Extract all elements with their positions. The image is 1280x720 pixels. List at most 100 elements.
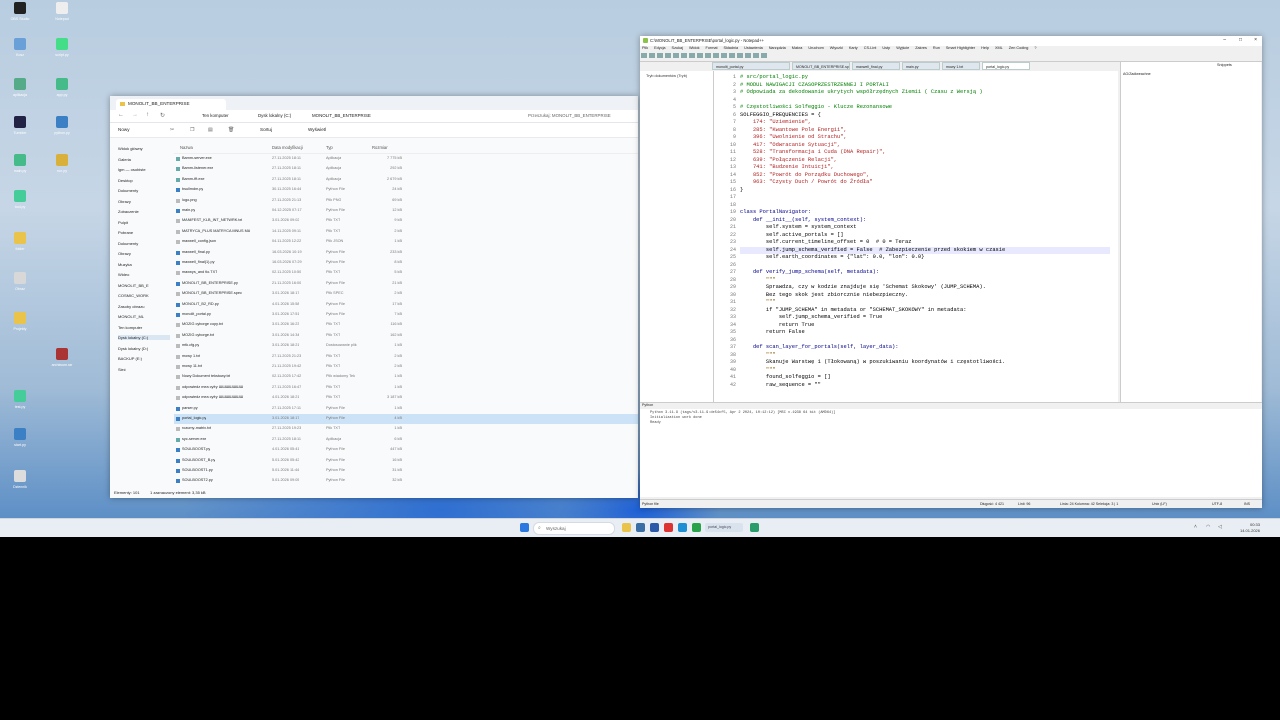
- nav-item[interactable]: Galeria: [118, 157, 170, 162]
- file-row[interactable]: parser.py 27.11.2025 17:11 Python File 1 kB: [174, 404, 638, 414]
- search-input[interactable]: Przeszukaj: MONOLIT_BB_ENTERPRISE: [528, 113, 611, 118]
- file-row[interactable]: mtk.cfg.py 3.01.2026 18:21 Dostosowanie pl…: [174, 341, 638, 351]
- col-date[interactable]: Data modyfikacji: [272, 145, 303, 150]
- delete-icon[interactable]: 🗑: [228, 127, 234, 133]
- nav-item[interactable]: Muzyka: [118, 262, 170, 267]
- editor-tab[interactable]: mowy 1.txt: [942, 62, 980, 70]
- breadcrumb-2[interactable]: MONOLIT_BB_ENTERPRISE: [312, 113, 371, 118]
- play-icon[interactable]: [761, 53, 767, 59]
- nav-item[interactable]: Dokumenty: [118, 241, 170, 246]
- menu-item[interactable]: ?: [1034, 46, 1036, 50]
- file-row[interactable]: bsullmdm.py 30.11.2025 16:44 Python File 24…: [174, 185, 638, 195]
- desktop-shortcut[interactable]: Notepad: [42, 2, 82, 36]
- menu-item[interactable]: Zen Coding: [1009, 46, 1029, 50]
- new-button[interactable]: Nowy: [118, 127, 130, 132]
- desktop-shortcut[interactable]: Tumbler: [0, 116, 40, 150]
- nav-item[interactable]: lgm — osobiste: [118, 167, 170, 172]
- nav-item[interactable]: Desktop: [118, 178, 170, 183]
- desktop-shortcut[interactable]: test.py: [0, 390, 40, 424]
- volume-icon[interactable]: ◁: [1218, 524, 1222, 530]
- file-row[interactable]: main.py 04.12.2025 07:17 Python File 12 kB: [174, 206, 638, 216]
- save-icon[interactable]: [657, 53, 663, 59]
- edge-icon[interactable]: [678, 523, 687, 532]
- taskview-icon[interactable]: [636, 523, 645, 532]
- nav-item[interactable]: Obrazy: [118, 199, 170, 204]
- desktop-shortcut[interactable]: archiwum.rar: [42, 348, 82, 382]
- print-icon[interactable]: [673, 53, 679, 59]
- nav-item[interactable]: Widok główny: [118, 146, 170, 151]
- nav-item[interactable]: Dysk lokalny (C:): [118, 335, 170, 340]
- nav-item[interactable]: Obrazy: [118, 251, 170, 256]
- file-row[interactable]: Bamm-fft.exe 27.11.2025 18:11 Aplikacja 2 6…: [174, 175, 638, 185]
- start-icon[interactable]: [520, 523, 529, 532]
- menu-item[interactable]: Edycja: [654, 46, 665, 50]
- sort-button[interactable]: Sortuj: [260, 127, 272, 132]
- chevron-up-icon[interactable]: ˄: [1194, 524, 1197, 530]
- menu-item[interactable]: Karty: [849, 46, 858, 50]
- menu-item[interactable]: Ustawienia: [744, 46, 763, 50]
- nav-item[interactable]: Pobrane: [118, 230, 170, 235]
- new-file-icon[interactable]: [641, 53, 647, 59]
- paste-icon[interactable]: ▤: [208, 127, 213, 133]
- file-row[interactable]: monolit_portal.py 3.01.2026 17:51 Python F…: [174, 310, 638, 320]
- desktop-shortcut[interactable]: run.py: [42, 154, 82, 188]
- clock-date[interactable]: 14.01.2026: [1232, 528, 1260, 533]
- view-button[interactable]: Wyświetl: [308, 127, 326, 132]
- record-icon[interactable]: [753, 53, 759, 59]
- breadcrumb-0[interactable]: Ten komputer: [202, 113, 229, 118]
- col-type[interactable]: Typ: [326, 145, 333, 150]
- file-row[interactable]: MONOLIT_BB_ENTERPRISE.py 21.11.2025 16:00…: [174, 279, 638, 289]
- notepadpp-icon[interactable]: [692, 523, 701, 532]
- clock-time[interactable]: 00:33: [1238, 522, 1260, 527]
- find-icon[interactable]: [721, 53, 727, 59]
- store-icon[interactable]: [650, 523, 659, 532]
- back-icon[interactable]: ←: [118, 112, 124, 118]
- code-editor[interactable]: # src/portal_logic.py # MODUL NAWIGACJI C…: [740, 74, 1110, 389]
- desktop-shortcut[interactable]: script.py: [42, 38, 82, 72]
- file-row[interactable]: rozumy-matrix.txt 27.11.2025 19:23 Plik TX…: [174, 424, 638, 434]
- forward-icon[interactable]: →: [132, 112, 138, 118]
- desktop-shortcut[interactable]: folder: [0, 232, 40, 266]
- desktop-shortcut[interactable]: python.py: [42, 116, 82, 150]
- cut-icon[interactable]: [681, 53, 687, 59]
- copy-icon[interactable]: ❐: [190, 127, 194, 133]
- file-row[interactable]: MATRYCA_PLUS MATRYCA MNUS MA 14.11.2025 0…: [174, 227, 638, 237]
- open-icon[interactable]: [649, 53, 655, 59]
- file-row[interactable]: odpowiedz mea cyfry ШШШШШШШ 27.11.2025 16…: [174, 383, 638, 393]
- cut-icon[interactable]: ✂: [170, 127, 174, 133]
- desktop-shortcut[interactable]: main.py: [0, 154, 40, 188]
- menu-item[interactable]: Plik: [642, 46, 648, 50]
- file-row[interactable]: MONOLIT_B2_RD.py 4.01.2026 15:58 Python Fi…: [174, 300, 638, 310]
- menu-item[interactable]: Zakres: [915, 46, 927, 50]
- terminal-icon[interactable]: [750, 523, 759, 532]
- up-icon[interactable]: ↑: [146, 112, 149, 118]
- copy-icon[interactable]: [689, 53, 695, 59]
- menu-item[interactable]: Uruchom: [808, 46, 823, 50]
- zoom-out-icon[interactable]: [745, 53, 751, 59]
- file-row[interactable]: SOULBOOST1.py 5.01.2026 11:44 Python File 3…: [174, 466, 638, 476]
- file-row[interactable]: Bamm-server.exe 27.11.2025 18:11 Aplikacja…: [174, 154, 638, 164]
- nav-item[interactable]: Ten komputer: [118, 325, 170, 330]
- zoom-in-icon[interactable]: [737, 53, 743, 59]
- redo-icon[interactable]: [713, 53, 719, 59]
- chrome-icon[interactable]: [664, 523, 673, 532]
- desktop-shortcut[interactable]: Obraz: [0, 272, 40, 306]
- file-row[interactable]: maxwell_config.json 04.11.2025 12:22 Plik …: [174, 237, 638, 247]
- menu-item[interactable]: Makra: [792, 46, 803, 50]
- nav-item[interactable]: Zobaczenie: [118, 209, 170, 214]
- file-row[interactable]: Bamm-listener.exe 27.11.2025 18:11 Aplikac…: [174, 164, 638, 174]
- explorer-tab[interactable]: MONOLIT_BB_ENTERPRISE: [116, 99, 226, 110]
- menu-item[interactable]: Help: [981, 46, 989, 50]
- file-row[interactable]: SOULBOOST.py 4.01.2026 05:41 Python File 44…: [174, 445, 638, 455]
- file-row[interactable]: portal_logic.py 3.01.2026 18:17 Python Fil…: [174, 414, 638, 424]
- file-row[interactable]: SOULBOOST2.py 5.01.2026 09:05 Python File 3…: [174, 476, 638, 486]
- menu-item[interactable]: Szukaj: [672, 46, 683, 50]
- file-row[interactable]: mowy 1.txt 27.11.2025 21:23 Plik TXT 2 kB: [174, 352, 638, 362]
- editor-tab[interactable]: portal_logic.py: [982, 62, 1030, 70]
- menu-item[interactable]: Składnia: [724, 46, 739, 50]
- desktop-shortcut[interactable]: Projekty: [0, 312, 40, 346]
- taskbar-search[interactable]: ⌕ Wyszukaj: [533, 522, 615, 535]
- breadcrumb-1[interactable]: Dysk lokalny (C:): [258, 113, 291, 118]
- file-row[interactable]: SOULBOOST_B.py 5.01.2026 05:42 Python File…: [174, 456, 638, 466]
- nav-item[interactable]: MONOLIT_BB_E: [118, 283, 170, 288]
